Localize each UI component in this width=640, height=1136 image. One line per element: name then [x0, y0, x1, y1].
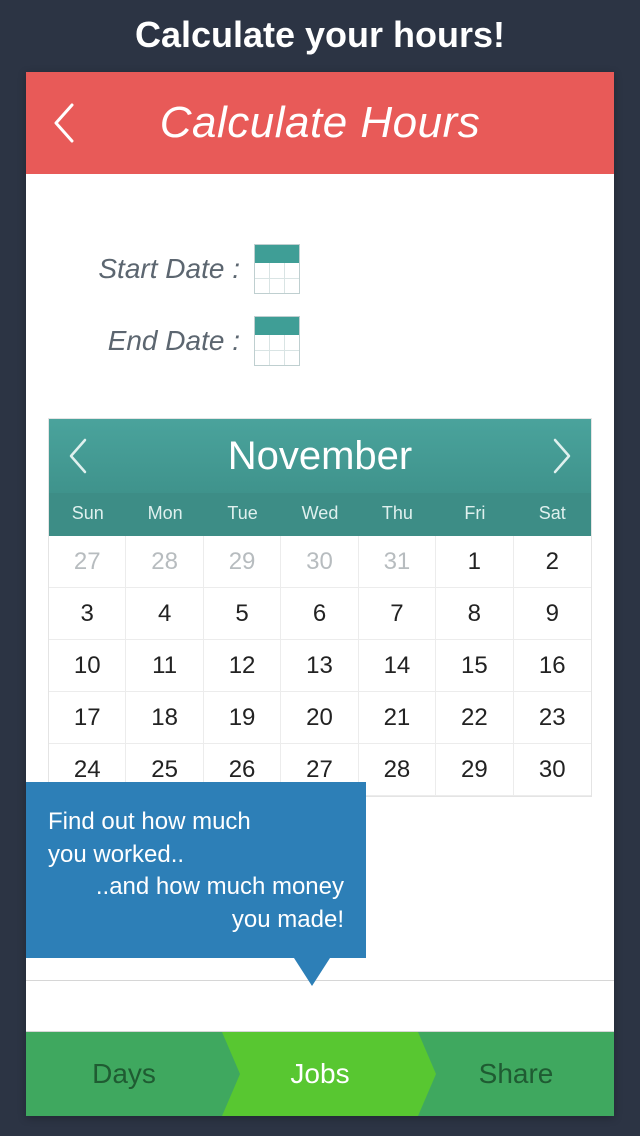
- calendar-day[interactable]: 3: [49, 588, 126, 640]
- calendar-day[interactable]: 29: [204, 536, 281, 588]
- calendar-dow-row: SunMonTueWedThuFriSat: [49, 493, 591, 536]
- calendar-grid: 2728293031123456789101112131415161718192…: [49, 536, 591, 796]
- app-frame: Calculate your hours! Calculate Hours St…: [0, 0, 640, 1136]
- callout-line: Find out how much: [48, 806, 344, 838]
- tab-jobs[interactable]: Jobs: [222, 1032, 418, 1116]
- calendar-day[interactable]: 5: [204, 588, 281, 640]
- calendar-day[interactable]: 14: [359, 640, 436, 692]
- page-title: Calculate Hours: [52, 98, 588, 148]
- calendar-day[interactable]: 11: [126, 640, 203, 692]
- calendar-day[interactable]: 17: [49, 692, 126, 744]
- calendar-day[interactable]: 10: [49, 640, 126, 692]
- start-date-row: Start Date :: [60, 244, 580, 294]
- calendar-day[interactable]: 9: [514, 588, 591, 640]
- callout-line: you made!: [48, 904, 344, 936]
- calendar-dow: Mon: [126, 493, 203, 536]
- calendar-month-label: November: [89, 434, 551, 479]
- calendar-day[interactable]: 21: [359, 692, 436, 744]
- date-range-section: Start Date : End Date :: [26, 174, 614, 412]
- calendar-header: November: [49, 419, 591, 493]
- calendar-day[interactable]: 7: [359, 588, 436, 640]
- calendar-day[interactable]: 27: [49, 536, 126, 588]
- callout-tail-icon: [294, 958, 330, 986]
- calendar-day[interactable]: 19: [204, 692, 281, 744]
- header-bar: Calculate Hours: [26, 72, 614, 174]
- calendar-day[interactable]: 30: [281, 536, 358, 588]
- bottom-tabs: Days Jobs Share: [26, 1032, 614, 1116]
- marketing-headline: Calculate your hours!: [0, 0, 640, 74]
- calendar-day[interactable]: 31: [359, 536, 436, 588]
- calendar-day[interactable]: 2: [514, 536, 591, 588]
- end-date-picker[interactable]: [254, 316, 300, 366]
- prev-month-button[interactable]: [67, 438, 89, 474]
- next-month-button[interactable]: [551, 438, 573, 474]
- calendar-day[interactable]: 22: [436, 692, 513, 744]
- calendar-day[interactable]: 15: [436, 640, 513, 692]
- calendar: November SunMonTueWedThuFriSat 272829303…: [48, 418, 592, 797]
- back-button[interactable]: [52, 103, 76, 143]
- calendar-dow: Tue: [204, 493, 281, 536]
- calendar-day[interactable]: 29: [436, 744, 513, 796]
- calendar-dow: Sat: [514, 493, 591, 536]
- calendar-day[interactable]: 6: [281, 588, 358, 640]
- calendar-day[interactable]: 18: [126, 692, 203, 744]
- calendar-day[interactable]: 8: [436, 588, 513, 640]
- calendar-day[interactable]: 16: [514, 640, 591, 692]
- chevron-left-icon: [52, 103, 76, 143]
- callout-line: ..and how much money: [48, 871, 344, 903]
- calendar-day[interactable]: 28: [126, 536, 203, 588]
- calendar-day[interactable]: 4: [126, 588, 203, 640]
- results-strip: [26, 980, 614, 1032]
- calendar-day[interactable]: 20: [281, 692, 358, 744]
- phone-screen: Calculate Hours Start Date : End Date : …: [26, 72, 614, 1116]
- calendar-day[interactable]: 13: [281, 640, 358, 692]
- calendar-dow: Sun: [49, 493, 126, 536]
- chevron-right-icon: [551, 438, 573, 474]
- calendar-dow: Wed: [281, 493, 358, 536]
- marketing-callout: Find out how much you worked.. ..and how…: [26, 782, 366, 958]
- calendar-dow: Thu: [359, 493, 436, 536]
- start-date-picker[interactable]: [254, 244, 300, 294]
- calendar-day[interactable]: 30: [514, 744, 591, 796]
- end-date-row: End Date :: [60, 316, 580, 366]
- calendar-day[interactable]: 1: [436, 536, 513, 588]
- callout-line: you worked..: [48, 839, 344, 871]
- tab-days[interactable]: Days: [26, 1032, 222, 1116]
- calendar-day[interactable]: 12: [204, 640, 281, 692]
- calendar-dow: Fri: [436, 493, 513, 536]
- calendar-day[interactable]: 23: [514, 692, 591, 744]
- chevron-left-icon: [67, 438, 89, 474]
- tab-share[interactable]: Share: [418, 1032, 614, 1116]
- start-date-label: Start Date :: [60, 253, 240, 285]
- end-date-label: End Date :: [60, 325, 240, 357]
- calendar-day[interactable]: 28: [359, 744, 436, 796]
